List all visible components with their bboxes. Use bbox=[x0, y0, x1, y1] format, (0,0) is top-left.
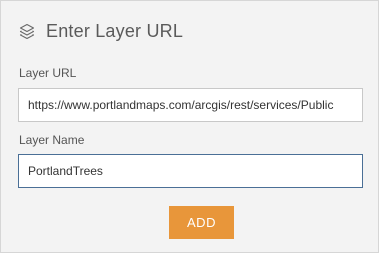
layer-name-input[interactable] bbox=[18, 154, 363, 188]
layer-name-label: Layer Name bbox=[19, 133, 85, 147]
layers-icon bbox=[18, 22, 36, 40]
panel-header: Enter Layer URL bbox=[18, 19, 183, 43]
add-button[interactable]: ADD bbox=[169, 206, 234, 239]
layer-url-label: Layer URL bbox=[19, 66, 77, 80]
panel-title: Enter Layer URL bbox=[46, 20, 184, 41]
layer-url-input[interactable] bbox=[18, 88, 363, 122]
enter-layer-url-panel: Enter Layer URL Layer URL Layer Name ADD bbox=[0, 0, 379, 253]
